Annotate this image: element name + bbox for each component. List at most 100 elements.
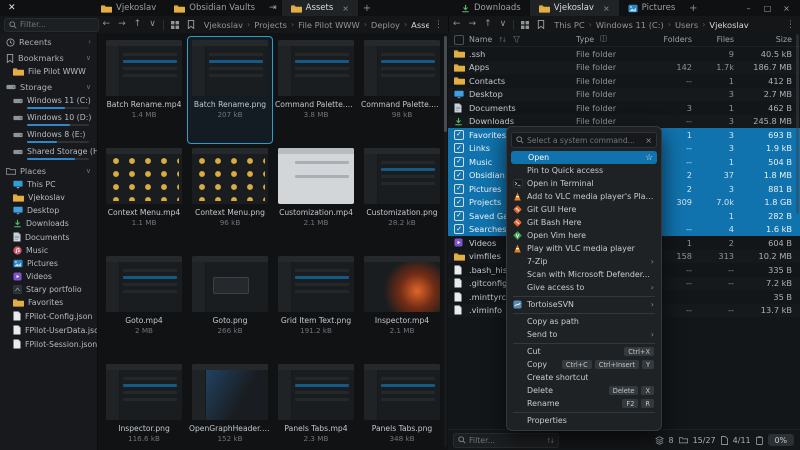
sidebar-item-fpilot-session-json[interactable]: FPilot-Session.json bbox=[0, 337, 97, 351]
menu-item-7-zip[interactable]: 7-Zip› bbox=[507, 255, 661, 268]
sidebar-item-windows-11-c[interactable]: Windows 11 (C:) bbox=[0, 94, 97, 111]
row-checkbox-checked[interactable]: ✓ bbox=[454, 184, 464, 194]
sidebar-item-music[interactable]: Music bbox=[0, 244, 97, 257]
menu-item-give-access-to[interactable]: Give access to› bbox=[507, 281, 661, 294]
tab-pictures[interactable]: Pictures bbox=[619, 0, 685, 16]
menu-item-send-to[interactable]: Send to› bbox=[507, 328, 661, 341]
column-type[interactable]: Type bbox=[576, 35, 594, 44]
sidebar-item-windows-8-e[interactable]: Windows 8 (E:) bbox=[0, 128, 97, 145]
grid-item-command-palette-mp4[interactable]: Command Palette.mp43.8 MB bbox=[273, 36, 359, 144]
bookmark-icon[interactable] bbox=[533, 20, 549, 29]
sidebar-item-pictures[interactable]: Pictures bbox=[0, 257, 97, 270]
menu-item-open-in-terminal[interactable]: Open in Terminal bbox=[507, 177, 661, 190]
menu-item-tortoisesvn[interactable]: TortoiseSVN› bbox=[507, 298, 661, 311]
sidebar-section-recents[interactable]: Recents› bbox=[0, 33, 97, 49]
grid-item-goto-mp4[interactable]: Goto.mp42 MB bbox=[101, 252, 187, 360]
breadcrumb-item[interactable]: Assets bbox=[411, 20, 429, 30]
table-row-documents[interactable]: DocumentsFile folder31462 B bbox=[448, 101, 800, 115]
list-scrollbar-thumb[interactable] bbox=[796, 34, 799, 214]
sidebar-item-shared-storage-h[interactable]: Shared Storage (H:) bbox=[0, 145, 97, 162]
sidebar-item-windows-10-d[interactable]: Windows 10 (D:) bbox=[0, 111, 97, 128]
grid-item-batch-rename-png[interactable]: Batch Rename.png207 kB bbox=[187, 36, 273, 144]
sidebar-item-favorites[interactable]: Favorites bbox=[0, 296, 97, 309]
grid-item-goto-png[interactable]: Goto.png266 kB bbox=[187, 252, 273, 360]
menu-item-delete[interactable]: DeleteDeleteX bbox=[507, 384, 661, 397]
sidebar-item-desktop[interactable]: Desktop bbox=[0, 204, 97, 217]
bookmark-icon[interactable] bbox=[183, 20, 199, 29]
breadcrumb-item[interactable]: This PC bbox=[554, 20, 584, 30]
tab-close-icon[interactable]: × bbox=[342, 4, 349, 13]
close-icon[interactable]: × bbox=[645, 136, 652, 145]
minimize-button[interactable]: – bbox=[739, 0, 758, 16]
sort-icon[interactable] bbox=[499, 36, 506, 43]
breadcrumb-item[interactable]: Windows 11 (C:) bbox=[596, 20, 664, 30]
sidebar-filter-input[interactable]: Filter... bbox=[4, 18, 99, 32]
grid-scrollbar[interactable] bbox=[444, 36, 447, 447]
menu-item-create-shortcut[interactable]: Create shortcut bbox=[507, 371, 661, 384]
chevron-icon[interactable]: ∨ bbox=[86, 167, 91, 175]
close-button[interactable]: × bbox=[777, 0, 796, 16]
overflow-menu-icon[interactable]: ⋮ bbox=[781, 20, 800, 30]
sidebar-item-videos[interactable]: Videos bbox=[0, 270, 97, 283]
forward-button[interactable]: → bbox=[465, 16, 481, 33]
column-size[interactable]: Size bbox=[734, 35, 792, 44]
chevron-icon[interactable]: ∨ bbox=[86, 54, 91, 62]
forward-button[interactable]: → bbox=[114, 16, 130, 33]
column-options-icon[interactable] bbox=[600, 35, 607, 42]
view-grid-icon[interactable] bbox=[167, 21, 183, 29]
row-checkbox-checked[interactable]: ✓ bbox=[454, 130, 464, 140]
filter-funnel-icon[interactable] bbox=[513, 36, 520, 43]
history-dropdown-icon[interactable]: ∨ bbox=[496, 16, 511, 33]
menu-item-git-gui-here[interactable]: Git GUI Here bbox=[507, 203, 661, 216]
sidebar-section-bookmarks[interactable]: Bookmarks∨ bbox=[0, 49, 97, 65]
history-dropdown-icon[interactable]: ∨ bbox=[145, 16, 160, 33]
command-search-input[interactable]: Select a system command... × bbox=[511, 132, 657, 148]
grid-item-inspector-mp4[interactable]: Inspector.mp42.1 MB bbox=[359, 252, 445, 360]
row-checkbox-checked[interactable]: ✓ bbox=[454, 224, 464, 234]
maximize-button[interactable]: □ bbox=[758, 0, 777, 16]
view-grid-icon[interactable] bbox=[517, 21, 533, 29]
sidebar-item-documents[interactable]: Documents bbox=[0, 230, 97, 244]
grid-item-context-menu-png[interactable]: Context Menu.png96 kB bbox=[187, 144, 273, 252]
grid-item-opengraphheader-png[interactable]: OpenGraphHeader.png152 kB bbox=[187, 360, 273, 450]
breadcrumb-item[interactable]: Projects bbox=[254, 20, 287, 30]
column-name[interactable]: Name bbox=[469, 35, 492, 44]
sidebar-item-fpilot-userdata-json[interactable]: FPilot-UserData.json bbox=[0, 323, 97, 337]
new-tab-button[interactable]: + bbox=[684, 0, 702, 16]
sidebar-item-downloads[interactable]: Downloads bbox=[0, 217, 97, 230]
tab-obsidian-vaults[interactable]: Obsidian Vaults bbox=[165, 0, 264, 16]
sidebar-item-this-pc[interactable]: This PC bbox=[0, 178, 97, 191]
menu-item-copy-as-path[interactable]: Copy as path bbox=[507, 315, 661, 328]
grid-item-customization-png[interactable]: Customization.png28.2 kB bbox=[359, 144, 445, 252]
table-row-ssh[interactable]: .sshFile folder940.5 kB bbox=[448, 47, 800, 61]
grid-item-panels-tabs-png[interactable]: Panels Tabs.png348 kB bbox=[359, 360, 445, 450]
sidebar-item-vjekoslav[interactable]: Vjekoslav bbox=[0, 191, 97, 204]
scrollbar-thumb[interactable] bbox=[444, 36, 447, 132]
sidebar-section-storage[interactable]: Storage∨ bbox=[0, 78, 97, 94]
row-checkbox-checked[interactable]: ✓ bbox=[454, 211, 464, 221]
menu-item-copy[interactable]: CopyCtrl+CCtrl+InsertY bbox=[507, 358, 661, 371]
row-checkbox-checked[interactable]: ✓ bbox=[454, 197, 464, 207]
menu-item-git-bash-here[interactable]: Git Bash Here bbox=[507, 216, 661, 229]
menu-item-rename[interactable]: RenameF2R bbox=[507, 397, 661, 410]
grid-item-inspector-png[interactable]: Inspector.png116.6 kB bbox=[101, 360, 187, 450]
menu-item-open[interactable]: Open☆ bbox=[511, 151, 657, 164]
table-row-desktop[interactable]: DesktopFile folder32.7 MB bbox=[448, 88, 800, 102]
breadcrumb-item[interactable]: Users bbox=[675, 20, 698, 30]
table-row-apps[interactable]: AppsFile folder1421.7k186.7 MB bbox=[448, 61, 800, 75]
tab-vjekoslav[interactable]: Vjekoslav× bbox=[530, 0, 619, 16]
grid-item-panels-tabs-mp4[interactable]: Panels Tabs.mp42.3 MB bbox=[273, 360, 359, 450]
sidebar-item-file-pilot-www[interactable]: File Pilot WWW bbox=[0, 65, 97, 78]
sidebar-item-stary-portfolio[interactable]: Stary portfolio bbox=[0, 283, 97, 296]
row-checkbox-checked[interactable]: ✓ bbox=[454, 143, 464, 153]
menu-item-play-with-vlc-media-player[interactable]: Play with VLC media player bbox=[507, 242, 661, 255]
menu-item-pin-to-quick-access[interactable]: Pin to Quick access bbox=[507, 164, 661, 177]
sidebar-item-fpilot-config-json[interactable]: FPilot-Config.json bbox=[0, 309, 97, 323]
menu-item-add-to-vlc-media-player-s-playlist[interactable]: Add to VLC media player's Playlist bbox=[507, 190, 661, 203]
up-button[interactable]: ↑ bbox=[480, 16, 496, 33]
usage-pill[interactable]: 0% bbox=[768, 434, 794, 446]
column-files[interactable]: Files bbox=[692, 35, 734, 44]
column-folders[interactable]: Folders bbox=[656, 35, 692, 44]
grid-item-command-palette-png[interactable]: Command Palette.png98 kB bbox=[359, 36, 445, 144]
menu-item-open-vim-here[interactable]: Open Vim here bbox=[507, 229, 661, 242]
